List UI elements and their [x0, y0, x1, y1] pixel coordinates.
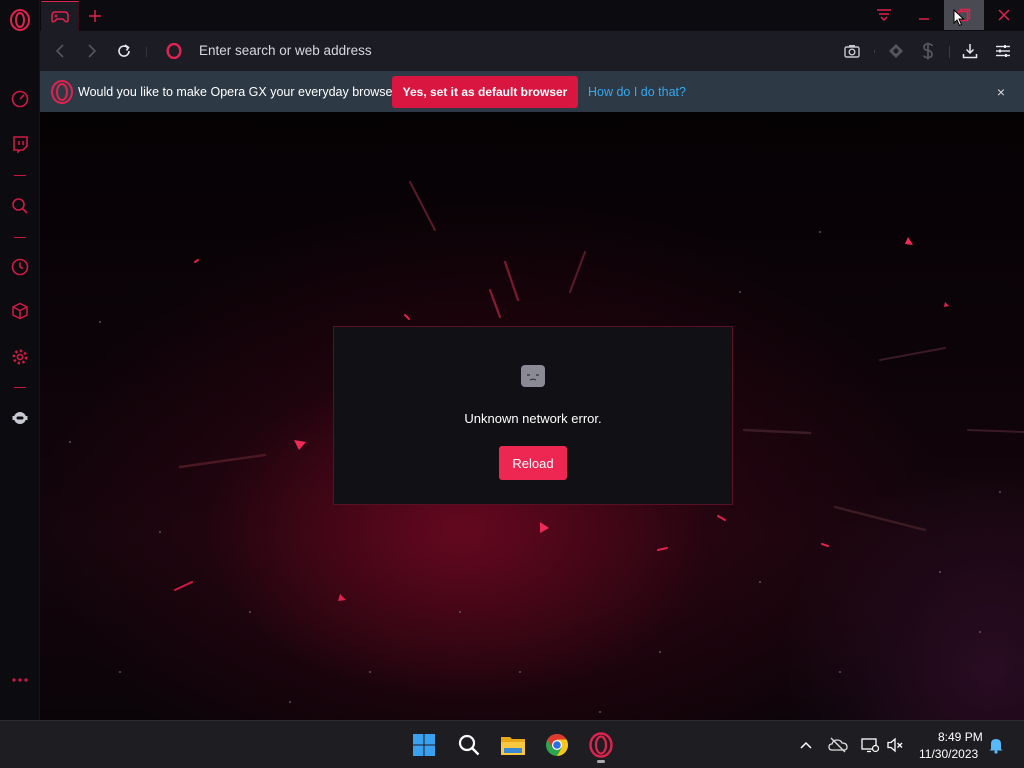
- volume-muted-icon[interactable]: [885, 735, 905, 755]
- sidebar-separator: [14, 387, 26, 388]
- chevron-right-icon: [88, 44, 97, 58]
- camera-icon: [844, 45, 860, 58]
- chrome-icon[interactable]: [543, 731, 571, 759]
- reload-icon: [118, 44, 130, 57]
- close-icon: [998, 9, 1010, 21]
- infobar-close-button[interactable]: ×: [992, 83, 1010, 101]
- notification-bell-icon[interactable]: [986, 735, 1006, 755]
- windows-start-icon[interactable]: [410, 731, 438, 759]
- settings-icon[interactable]: [8, 345, 32, 369]
- mouse-cursor-icon: [953, 9, 965, 27]
- gamepad-icon: [51, 10, 69, 23]
- running-indicator: [597, 760, 605, 763]
- opera-gx-logo-icon: [50, 80, 74, 104]
- reload-button[interactable]: Reload: [499, 446, 567, 480]
- chevron-up-icon[interactable]: [796, 735, 816, 755]
- tab-strip: [40, 0, 1024, 31]
- how-do-i-link[interactable]: How do I do that?: [588, 85, 686, 99]
- snapshot-button[interactable]: [840, 39, 864, 63]
- dollar-icon: [923, 42, 933, 60]
- cube-icon[interactable]: [8, 299, 32, 323]
- history-icon[interactable]: [8, 255, 32, 279]
- page-content: Unknown network error. Reload: [40, 112, 1024, 720]
- chevron-left-icon: [55, 44, 64, 58]
- address-input[interactable]: Enter search or web address: [199, 43, 372, 58]
- speedometer-icon[interactable]: [8, 87, 32, 111]
- download-icon: [962, 44, 978, 59]
- plus-icon: [89, 10, 101, 22]
- new-tab-button[interactable]: [84, 5, 106, 27]
- forward-button[interactable]: [80, 39, 104, 63]
- clock-date[interactable]: 11/30/2023: [919, 747, 978, 761]
- close-window-button[interactable]: [984, 0, 1024, 30]
- reload-toolbar-button[interactable]: [112, 39, 136, 63]
- more-icon[interactable]: [8, 668, 32, 692]
- sad-page-icon: [520, 364, 546, 388]
- opera-logo-icon: [162, 39, 186, 63]
- taskbar-search-icon[interactable]: [455, 731, 483, 759]
- taskbar: 8:49 PM 11/30/2023: [0, 720, 1024, 768]
- address-separator: [146, 47, 147, 57]
- back-button[interactable]: [48, 39, 72, 63]
- filter-arrow-icon: [877, 9, 891, 22]
- tab-menu-button[interactable]: [864, 0, 904, 30]
- error-message: Unknown network error.: [464, 411, 602, 426]
- minimize-icon: [919, 18, 929, 20]
- downloads-button[interactable]: [958, 39, 982, 63]
- opera-gx-taskbar-icon[interactable]: [587, 731, 615, 759]
- default-browser-infobar: Would you like to make Opera GX your eve…: [40, 71, 1024, 112]
- search-icon[interactable]: [8, 194, 32, 218]
- screen: Enter search or web address Would you li…: [0, 0, 1024, 768]
- sliders-icon: [996, 45, 1010, 57]
- tab-gx-corner[interactable]: [41, 1, 79, 31]
- infobar-message: Would you like to make Opera GX your eve…: [78, 85, 404, 99]
- clock-time[interactable]: 8:49 PM: [938, 730, 983, 744]
- ai-assistant-icon[interactable]: [8, 406, 32, 430]
- sidebar-separator: [14, 237, 26, 238]
- wallet-button[interactable]: [916, 39, 940, 63]
- set-default-browser-button[interactable]: Yes, set it as default browser: [392, 76, 578, 108]
- twitch-icon[interactable]: [8, 132, 32, 156]
- easy-setup-button[interactable]: [991, 39, 1015, 63]
- network-disconnected-icon[interactable]: [860, 735, 880, 755]
- address-bar: Enter search or web address: [40, 31, 1024, 71]
- vpn-icon: [889, 44, 903, 58]
- toolbar-separator: [949, 46, 950, 58]
- sidebar: [0, 0, 40, 720]
- file-explorer-icon[interactable]: [499, 731, 527, 759]
- onedrive-offline-icon[interactable]: [828, 735, 848, 755]
- minimize-button[interactable]: [904, 0, 944, 30]
- sidebar-separator: [14, 175, 26, 176]
- opera-menu-icon[interactable]: [8, 8, 32, 32]
- error-card: Unknown network error. Reload: [333, 326, 733, 505]
- toolbar-separator: [874, 50, 875, 53]
- vpn-button[interactable]: [884, 39, 908, 63]
